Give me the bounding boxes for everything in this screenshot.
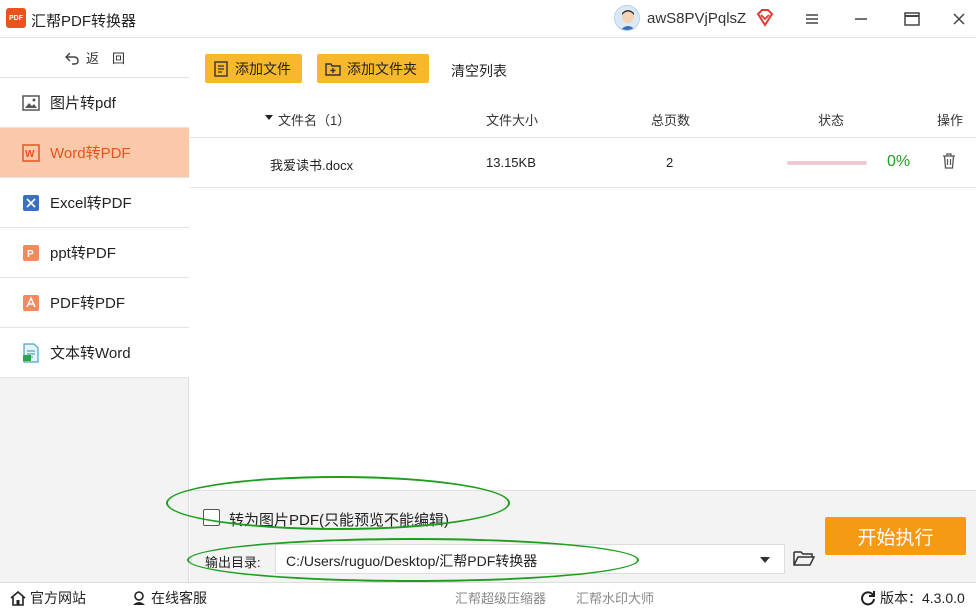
app-title: 汇帮PDF转换器 [31, 13, 137, 30]
add-folder-label: 添加文件夹 [347, 60, 417, 77]
sidebar-item-label: 图片转pdf [50, 95, 116, 112]
add-folder-button[interactable]: 添加文件夹 [317, 54, 429, 83]
clear-list-button[interactable]: 清空列表 [451, 61, 507, 81]
image-pdf-checkbox[interactable] [203, 509, 220, 526]
close-button[interactable] [944, 6, 974, 32]
sidebar-item-excel-to-pdf[interactable]: Excel转PDF [0, 178, 189, 228]
version-label: 版本：4.3.0.0 [880, 590, 965, 606]
sidebar-item-label: ppt转PDF [50, 245, 116, 262]
compressor-link[interactable]: 汇帮超级压缩器 [455, 588, 546, 607]
sidebar-item-label: PDF转PDF [50, 295, 126, 312]
output-dir-select[interactable]: C:/Users/ruguo/Desktop/汇帮PDF转换器 [275, 544, 785, 574]
ppt-icon: P [22, 244, 40, 262]
progress-bar [787, 161, 867, 165]
start-button[interactable]: 开始执行 [825, 517, 966, 555]
image-icon [22, 94, 40, 112]
cell-size: 13.15KB [486, 155, 536, 170]
version-info[interactable]: 版本：4.3.0.0 [860, 588, 965, 608]
open-folder-icon[interactable] [793, 548, 816, 568]
sidebar-item-word-to-pdf[interactable]: W Word转PDF [0, 128, 189, 178]
sidebar-item-image-to-pdf[interactable]: 图片转pdf [0, 78, 189, 128]
output-dir-label: 输出目录: [205, 555, 261, 570]
header-pages: 总页数 [651, 113, 691, 128]
sidebar-item-label: Excel转PDF [50, 195, 132, 212]
table-row[interactable]: 我爱读书.docx 13.15KB 2 0% [190, 138, 976, 188]
header-size: 文件大小 [486, 113, 539, 128]
sidebar-item-label: Word转PDF [50, 145, 131, 162]
sidebar-item-ppt-to-pdf[interactable]: P ppt转PDF [0, 228, 189, 278]
watermark-link[interactable]: 汇帮水印大师 [576, 588, 654, 607]
header-status: 状态 [818, 113, 845, 128]
add-file-icon [214, 60, 228, 77]
back-label: 返 回 [85, 51, 125, 66]
online-service-link[interactable]: 在线客服 [131, 588, 207, 608]
file-table-header: 文件名（1） 文件大小 总页数 状态 操作 [190, 98, 976, 138]
image-pdf-label[interactable]: 转为图片PDF(只能预览不能编辑) [229, 509, 449, 530]
delete-icon[interactable] [942, 153, 956, 172]
text-file-icon [22, 342, 40, 363]
minimize-button[interactable] [846, 6, 876, 32]
svg-text:P: P [27, 249, 34, 260]
excel-icon [22, 194, 40, 212]
sort-arrow-icon[interactable] [264, 110, 274, 125]
app-logo-icon: PDF [6, 8, 26, 28]
sidebar-item-label: 文本转Word [50, 345, 131, 362]
svg-text:W: W [25, 149, 35, 160]
sidebar: 返 回 图片转pdf W Word转PDF Excel转PDF P ppt转PD… [0, 38, 189, 582]
online-service-label: 在线客服 [151, 590, 207, 606]
output-dir-value: C:/Users/ruguo/Desktop/汇帮PDF转换器 [286, 553, 538, 569]
official-site-label: 官方网站 [30, 590, 86, 606]
cell-filename: 我爱读书.docx [270, 158, 354, 173]
status-bar: 官方网站 在线客服 汇帮超级压缩器 汇帮水印大师 版本：4.3.0.0 [0, 582, 976, 606]
back-button[interactable]: 返 回 [0, 38, 189, 78]
toolbar: 添加文件 添加文件夹 清空列表 [190, 38, 976, 98]
pdf-icon [22, 294, 40, 312]
add-folder-icon [325, 62, 341, 76]
title-bar: PDF 汇帮PDF转换器 awS8PVjPqlsZ [0, 0, 976, 38]
cell-pages: 2 [666, 155, 674, 170]
chevron-down-icon [760, 557, 770, 563]
word-icon: W [22, 143, 40, 162]
vip-diamond-icon[interactable] [755, 8, 775, 28]
maximize-button[interactable] [897, 6, 927, 32]
sidebar-item-pdf-to-pdf[interactable]: PDF转PDF [0, 278, 189, 328]
user-avatar[interactable] [614, 5, 640, 31]
back-arrow-icon [64, 52, 79, 65]
menu-icon[interactable] [797, 6, 827, 32]
header-filename[interactable]: 文件名（1） [278, 110, 350, 129]
headset-icon [133, 591, 145, 605]
refresh-icon [861, 591, 875, 606]
progress-percent: 0% [887, 153, 911, 170]
add-file-label: 添加文件 [235, 60, 291, 77]
file-list-area [190, 188, 976, 490]
home-icon [10, 590, 26, 606]
user-name[interactable]: awS8PVjPqlsZ [647, 10, 746, 27]
options-panel: 转为图片PDF(只能预览不能编辑) 输出目录: C:/Users/ruguo/D… [190, 490, 976, 582]
official-site-link[interactable]: 官方网站 [10, 588, 86, 608]
header-action: 操作 [937, 113, 964, 128]
add-file-button[interactable]: 添加文件 [205, 54, 302, 83]
sidebar-item-text-to-word[interactable]: 文本转Word [0, 328, 189, 378]
